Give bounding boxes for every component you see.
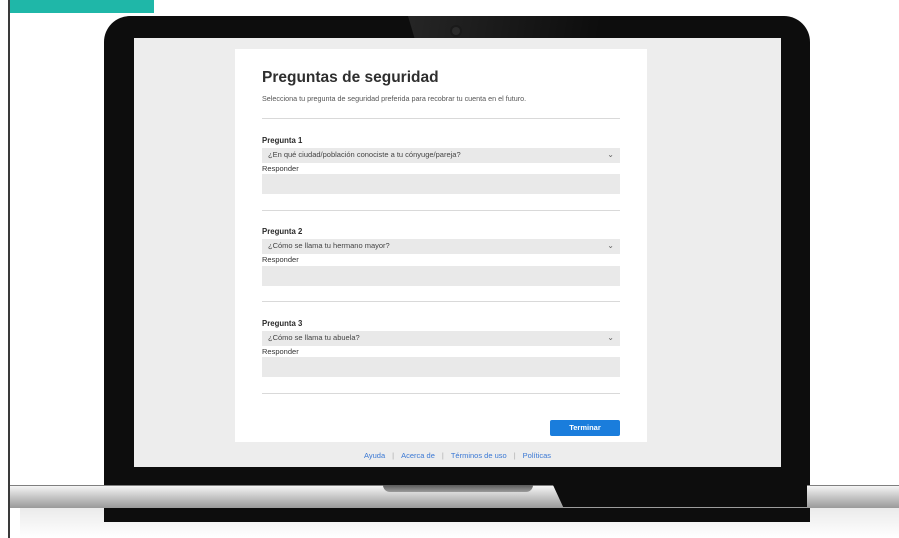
footer-separator: | (392, 451, 395, 460)
teal-header-tab (10, 0, 154, 13)
answer-2-input[interactable] (262, 266, 620, 286)
left-border-line (8, 0, 10, 538)
footer-separator: | (513, 451, 516, 460)
webcam-icon (452, 27, 460, 35)
question-1-label: Pregunta 1 (262, 136, 303, 145)
page-subtitle: Selecciona tu pregunta de seguridad pref… (262, 94, 527, 103)
question-2-selected: ¿Cómo se llama tu hermano mayor? (268, 241, 390, 250)
footer-separator: | (441, 451, 444, 460)
footer-link-about[interactable]: Acerca de (401, 451, 435, 460)
laptop-hinge-notch (383, 485, 533, 492)
divider (262, 393, 620, 394)
divider (262, 118, 620, 119)
chevron-down-icon: ⌄ (607, 150, 614, 159)
question-3-label: Pregunta 3 (262, 319, 303, 328)
answer-3-input[interactable] (262, 357, 620, 377)
finish-button[interactable]: Terminar (550, 420, 620, 436)
question-1-select[interactable]: ¿En qué ciudad/población conociste a tu … (262, 148, 620, 163)
answer-1-label: Responder (262, 164, 299, 173)
question-1-selected: ¿En qué ciudad/población conociste a tu … (268, 150, 461, 159)
security-questions-card: Preguntas de seguridad Selecciona tu pre… (235, 49, 647, 442)
footer-link-help[interactable]: Ayuda (364, 451, 385, 460)
answer-3-label: Responder (262, 347, 299, 356)
laptop-base-shadow (553, 485, 807, 507)
footer-link-policies[interactable]: Políticas (523, 451, 551, 460)
laptop-screen: Preguntas de seguridad Selecciona tu pre… (134, 38, 781, 467)
answer-1-input[interactable] (262, 174, 620, 194)
question-2-label: Pregunta 2 (262, 227, 303, 236)
footer-link-terms[interactable]: Términos de uso (451, 451, 507, 460)
answer-2-label: Responder (262, 255, 299, 264)
chevron-down-icon: ⌄ (607, 241, 614, 250)
chevron-down-icon: ⌄ (607, 333, 614, 342)
footer-links: Ayuda | Acerca de | Términos de uso | Política… (134, 451, 781, 460)
divider (262, 301, 620, 302)
question-2-select[interactable]: ¿Cómo se llama tu hermano mayor? ⌄ (262, 239, 620, 254)
divider (262, 210, 620, 211)
page-title: Preguntas de seguridad (262, 69, 439, 86)
question-3-selected: ¿Cómo se llama tu abuela? (268, 333, 360, 342)
question-3-select[interactable]: ¿Cómo se llama tu abuela? ⌄ (262, 331, 620, 346)
